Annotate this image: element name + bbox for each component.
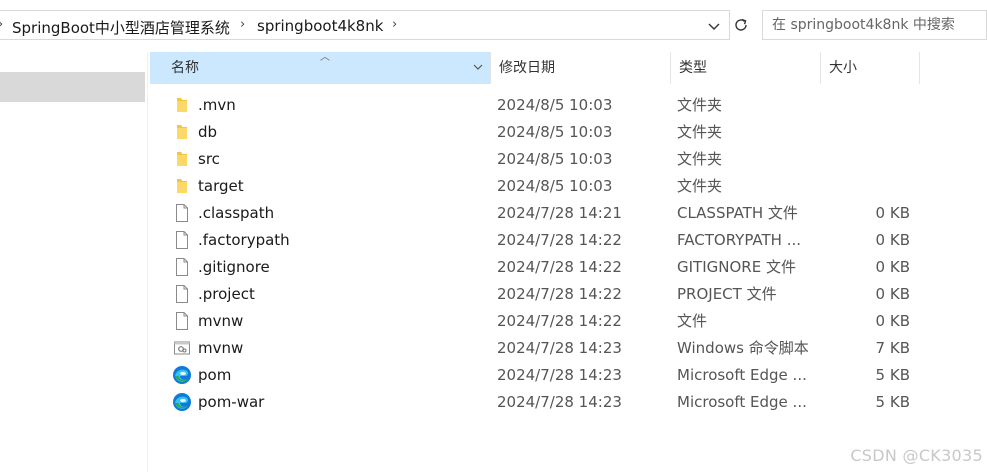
sort-ascending-icon: ︿ — [320, 52, 330, 63]
column-date-label: 修改日期 — [499, 60, 555, 76]
file-size: 0 KB — [875, 258, 910, 276]
list-item[interactable]: .mvn 2024/8/5 10:03 文件夹 — [150, 92, 987, 119]
edge-icon — [172, 392, 192, 412]
watermark: CSDN @CK3035 — [850, 446, 983, 465]
column-header-name[interactable]: 名称 ︿ — [150, 52, 491, 84]
file-name[interactable]: pom-war — [198, 392, 264, 412]
address-bar[interactable]: › SpringBoot中小型酒店管理系统 › springboot4k8nk … — [0, 10, 730, 40]
file-size: 7 KB — [875, 339, 910, 357]
folder-icon — [172, 176, 192, 196]
column-size-label: 大小 — [829, 60, 857, 76]
file-explorer-window: › SpringBoot中小型酒店管理系统 › springboot4k8nk … — [0, 0, 987, 472]
file-icon — [172, 257, 192, 277]
list-item[interactable]: src 2024/8/5 10:03 文件夹 — [150, 146, 987, 173]
column-dropdown-icon[interactable] — [473, 52, 483, 97]
column-header-date[interactable]: 修改日期 — [491, 52, 671, 84]
file-size: 0 KB — [875, 312, 910, 330]
column-headers: 名称 ︿ 修改日期 类型 大小 — [150, 52, 987, 84]
folder-icon — [172, 149, 192, 169]
file-icon — [172, 284, 192, 304]
file-date: 2024/8/5 10:03 — [497, 123, 613, 141]
list-item[interactable]: .factorypath 2024/7/28 14:22 FACTORYPATH .… — [150, 227, 987, 254]
file-size: 0 KB — [875, 285, 910, 303]
file-type: Windows 命令脚本 — [677, 339, 809, 357]
breadcrumb-separator-icon[interactable]: › — [0, 17, 3, 32]
list-item[interactable]: pom 2024/7/28 14:23 Microsoft Edge ... 5 KB — [150, 362, 987, 389]
file-type: FACTORYPATH ... — [677, 231, 802, 249]
file-type: GITIGNORE 文件 — [677, 258, 796, 276]
file-date: 2024/7/28 14:23 — [497, 339, 622, 357]
file-type: 文件夹 — [677, 96, 723, 114]
file-type: 文件 — [677, 312, 708, 330]
breadcrumb-separator-icon[interactable]: › — [392, 17, 397, 32]
file-name[interactable]: .classpath — [198, 203, 274, 223]
file-date: 2024/7/28 14:22 — [497, 312, 622, 330]
file-name[interactable]: mvnw — [198, 311, 243, 331]
list-item[interactable]: target 2024/8/5 10:03 文件夹 — [150, 173, 987, 200]
file-date: 2024/7/28 14:22 — [497, 258, 622, 276]
file-date: 2024/7/28 14:22 — [497, 285, 622, 303]
breadcrumb-item-folder[interactable]: springboot4k8nk — [257, 17, 383, 35]
file-name[interactable]: src — [198, 149, 220, 169]
file-size: 0 KB — [875, 204, 910, 222]
column-name-label: 名称 — [171, 60, 199, 76]
file-icon — [172, 311, 192, 331]
address-toolbar: › SpringBoot中小型酒店管理系统 › springboot4k8nk … — [0, 0, 987, 52]
file-icon — [172, 230, 192, 250]
list-item[interactable]: .gitignore 2024/7/28 14:22 GITIGNORE 文件 0 K… — [150, 254, 987, 281]
column-header-type[interactable]: 类型 — [671, 52, 821, 84]
file-date: 2024/7/28 14:22 — [497, 231, 622, 249]
file-type: Microsoft Edge ... — [677, 366, 807, 384]
file-name[interactable]: db — [198, 122, 217, 142]
file-type: 文件夹 — [677, 123, 723, 141]
list-item[interactable]: .project 2024/7/28 14:22 PROJECT 文件 0 KB — [150, 281, 987, 308]
breadcrumb-item-project[interactable]: SpringBoot中小型酒店管理系统 — [12, 17, 230, 38]
breadcrumb-separator-icon[interactable]: › — [240, 17, 245, 32]
file-name[interactable]: .gitignore — [198, 257, 270, 277]
file-type: 文件夹 — [677, 177, 723, 195]
file-type: Microsoft Edge ... — [677, 393, 807, 411]
search-input[interactable] — [763, 11, 986, 39]
file-name[interactable]: target — [198, 176, 244, 196]
file-date: 2024/8/5 10:03 — [497, 177, 613, 195]
file-type: PROJECT 文件 — [677, 285, 777, 303]
list-item[interactable]: .classpath 2024/7/28 14:21 CLASSPATH 文件 0 K… — [150, 200, 987, 227]
refresh-icon — [735, 18, 747, 31]
folder-icon — [172, 95, 192, 115]
file-date: 2024/8/5 10:03 — [497, 96, 613, 114]
script-icon — [172, 338, 192, 358]
file-date: 2024/8/5 10:03 — [497, 150, 613, 168]
file-type: 文件夹 — [677, 150, 723, 168]
navigation-pane[interactable] — [0, 52, 148, 472]
file-icon — [172, 203, 192, 223]
nav-item-selected[interactable] — [0, 72, 145, 102]
file-name[interactable]: mvnw — [198, 338, 243, 358]
search-box[interactable] — [762, 10, 987, 40]
file-size: 0 KB — [875, 231, 910, 249]
list-item[interactable]: mvnw 2024/7/28 14:23 Windows 命令脚本 7 KB — [150, 335, 987, 362]
file-size: 5 KB — [875, 366, 910, 384]
column-type-label: 类型 — [679, 60, 707, 76]
file-name[interactable]: .project — [198, 284, 255, 304]
file-name[interactable]: .mvn — [198, 95, 236, 115]
list-item[interactable]: mvnw 2024/7/28 14:22 文件 0 KB — [150, 308, 987, 335]
file-list: .mvn 2024/8/5 10:03 文件夹 db 2024/8/5 10:03 文件… — [150, 92, 987, 416]
chevron-down-icon[interactable] — [708, 16, 720, 40]
folder-icon — [172, 122, 192, 142]
file-size: 5 KB — [875, 393, 910, 411]
file-date: 2024/7/28 14:23 — [497, 366, 622, 384]
file-name[interactable]: pom — [198, 365, 231, 385]
edge-icon — [172, 365, 192, 385]
list-item[interactable]: pom-war 2024/7/28 14:23 Microsoft Edge ...… — [150, 389, 987, 416]
column-header-size[interactable]: 大小 — [821, 52, 920, 84]
file-type: CLASSPATH 文件 — [677, 204, 798, 222]
list-item[interactable]: db 2024/8/5 10:03 文件夹 — [150, 119, 987, 146]
file-date: 2024/7/28 14:23 — [497, 393, 622, 411]
file-name[interactable]: .factorypath — [198, 230, 290, 250]
file-date: 2024/7/28 14:21 — [497, 204, 622, 222]
refresh-button[interactable] — [730, 10, 752, 40]
